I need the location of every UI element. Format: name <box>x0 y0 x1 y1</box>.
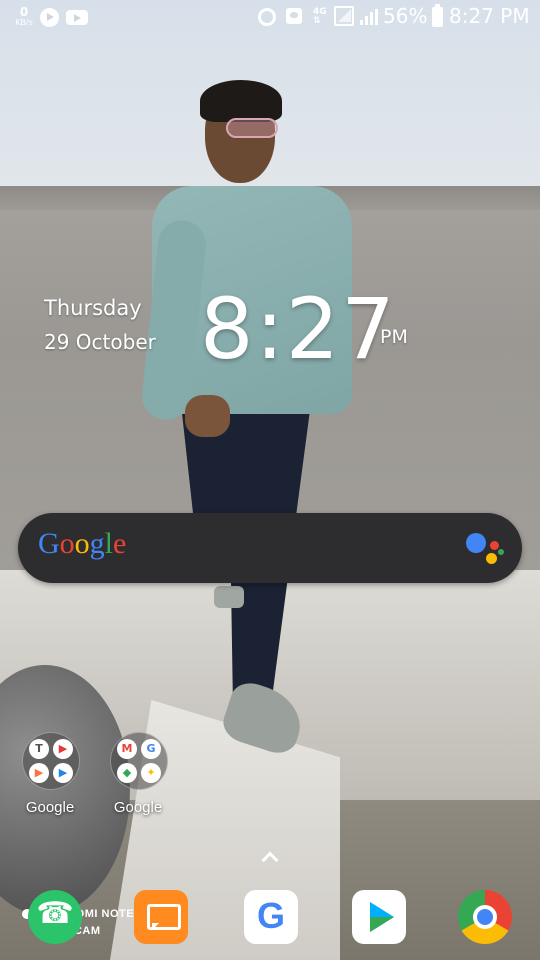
wallpaper <box>0 0 540 960</box>
folder-app-icon: ▶ <box>29 763 49 783</box>
google-folder-1[interactable]: T ▶ ▶ ▶ <box>22 732 80 790</box>
notification-icon <box>286 8 302 24</box>
signal-icon <box>360 9 378 25</box>
alarm-icon <box>258 8 276 26</box>
battery-percent: 56% <box>383 4 428 28</box>
folder-app-icon: G <box>141 739 161 759</box>
phone-icon[interactable] <box>28 890 82 944</box>
youtube-play-icon <box>40 8 59 27</box>
clock-date: 29 October <box>44 330 156 354</box>
network-speed: 0 KB/s <box>12 6 36 27</box>
folder-label: Google <box>25 799 75 816</box>
google-logo-letter: o <box>59 527 75 560</box>
person-hair <box>200 80 282 122</box>
chevron-up-icon[interactable] <box>260 848 278 866</box>
person-sunglasses <box>226 118 278 138</box>
clock-time[interactable]: 8:27 <box>200 280 397 378</box>
folder-app-icon: ▶ <box>53 739 73 759</box>
messages-icon[interactable] <box>134 890 188 944</box>
status-bar[interactable]: 0 KB/s 4G ⇅ 56% 8:27 PM <box>0 0 540 34</box>
folder-app-icon: ✦ <box>141 763 161 783</box>
chrome-icon[interactable] <box>458 890 512 944</box>
google-logo-letter: g <box>89 527 105 560</box>
person-hand <box>185 395 230 437</box>
folder-app-icon: ◆ <box>117 763 137 783</box>
folder-app-icon: ▶ <box>53 763 73 783</box>
battery-icon <box>432 4 443 27</box>
folder-app-icon: M <box>117 739 137 759</box>
status-time: 8:27 PM <box>449 4 530 28</box>
folder-label: Google <box>113 799 163 816</box>
google-logo: Google <box>38 527 126 561</box>
clock-ampm: PM <box>380 326 408 348</box>
wallpaper-person <box>0 0 540 960</box>
google-logo-letter: o <box>74 527 90 560</box>
person-shoe <box>218 677 310 759</box>
google-search-bar[interactable]: Google <box>18 513 522 583</box>
google-logo-letter: e <box>113 527 127 560</box>
folder-app-icon: T <box>29 739 49 759</box>
network-type-label: 4G <box>313 7 327 17</box>
lte-icon: 4G ⇅ <box>313 7 327 26</box>
network-speed-value: 0 <box>19 5 29 19</box>
person-shoe <box>214 586 244 608</box>
youtube-icon <box>66 10 88 25</box>
google-folder-2[interactable]: M G ◆ ✦ <box>110 732 168 790</box>
signal-icon <box>334 6 354 26</box>
clock-day: Thursday <box>44 296 142 320</box>
google-icon[interactable]: G <box>244 890 298 944</box>
play-store-icon[interactable] <box>352 890 406 944</box>
google-logo-letter: l <box>104 527 114 560</box>
google-app-letter: G <box>256 895 285 936</box>
network-speed-unit: KB/s <box>15 18 33 27</box>
google-assistant-icon[interactable] <box>466 531 506 567</box>
google-logo-letter: G <box>38 527 60 560</box>
